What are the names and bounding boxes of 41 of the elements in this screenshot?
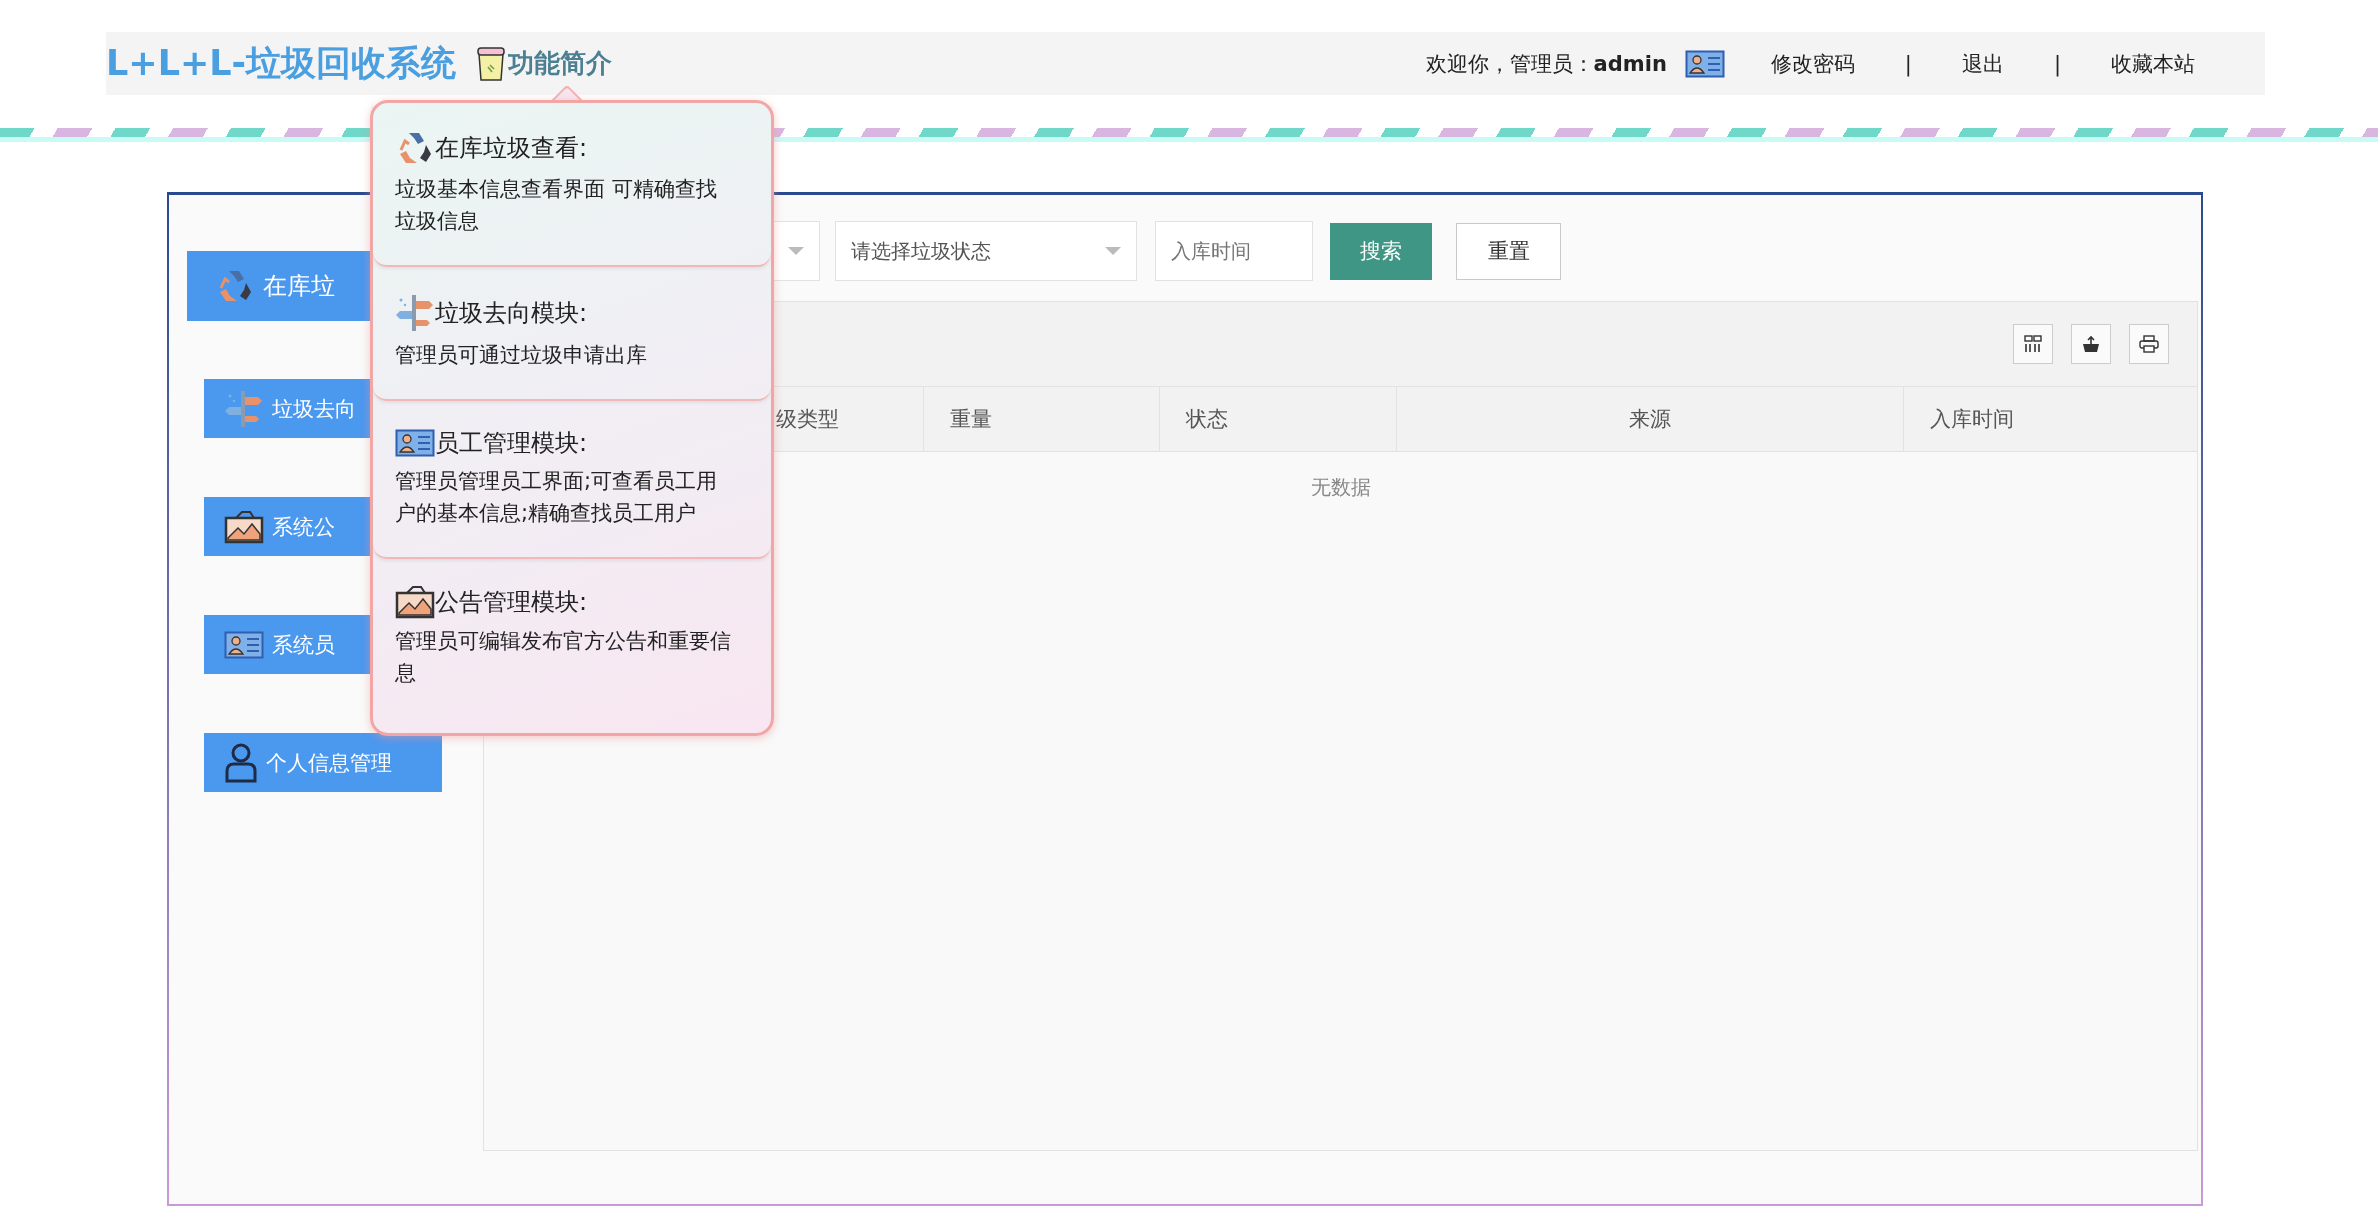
dropdown-caret-icon (1105, 247, 1121, 255)
header-link[interactable]: 修改密码 (1770, 49, 1855, 78)
column-header: 重量 (950, 406, 992, 433)
module-description: 垃圾基本信息查看界面 可精确查找垃圾信息 (395, 176, 718, 235)
nav-signpost-icon (224, 388, 264, 429)
id-card-icon (395, 429, 435, 457)
export-button[interactable] (2071, 324, 2111, 364)
picture-icon (395, 585, 435, 619)
separator: | (1904, 51, 1912, 76)
search-button[interactable]: 搜索 (1330, 222, 1432, 280)
column-header: 来源 (1629, 406, 1671, 433)
print-button[interactable] (2129, 324, 2169, 364)
column-header: 级类型 (776, 406, 839, 433)
sidebar-item[interactable]: 个人信息管理 (204, 733, 442, 792)
empty-table-text: 无数据 (1310, 474, 1371, 501)
module-title: 在库垃圾查看: (435, 133, 588, 164)
header-link[interactable]: 收藏本站 (2111, 49, 2195, 78)
separator: | (2053, 51, 2061, 76)
username: admin (1593, 51, 1667, 76)
signpost-icon (395, 293, 435, 333)
nav-person-icon (224, 742, 258, 783)
reset-button[interactable]: 重置 (1456, 222, 1561, 280)
user-card-icon (1684, 49, 1725, 78)
dropdown-caret-icon (788, 247, 804, 255)
module-description: 管理员可通过垃圾申请出库 (395, 342, 648, 369)
columns-icon (2024, 335, 2042, 353)
column-header: 状态 (1186, 406, 1228, 433)
nav-picture-icon (224, 509, 264, 544)
cup-icon (476, 44, 507, 83)
app-title: L+L+L-垃圾回收系统 (106, 42, 457, 85)
date-input-field[interactable]: 入库时间 (1155, 221, 1313, 281)
nav-id-card-icon (224, 630, 264, 659)
dropdown-field[interactable]: 请选择垃圾状态 (835, 221, 1137, 281)
module-title: 公告管理模块: (435, 587, 588, 618)
feature-intro-link[interactable]: 功能简介 (476, 44, 613, 83)
column-header: 入库时间 (1930, 406, 2014, 433)
export-icon (2081, 335, 2101, 353)
print-icon (2139, 335, 2159, 353)
columns-filter-button[interactable] (2013, 324, 2053, 364)
welcome-text: 欢迎你，管理员： (1425, 50, 1594, 78)
header-link[interactable]: 退出 (1961, 49, 2004, 78)
